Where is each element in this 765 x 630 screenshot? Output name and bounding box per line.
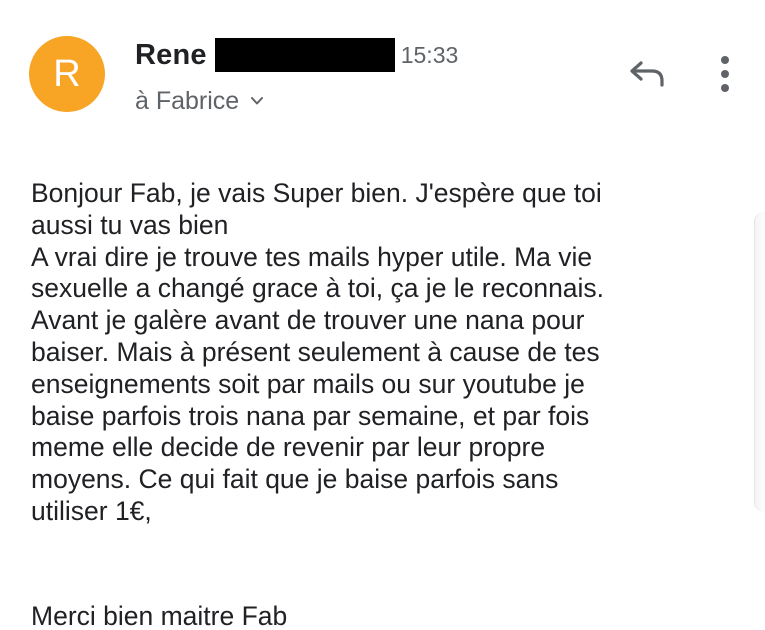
recipient-details-toggle[interactable]: à Fabrice [135,85,265,117]
reply-button[interactable] [626,58,668,92]
redacted-sender-surname [214,38,395,72]
email-view: R Rene 15:33 à Fabrice Bonjour Fab, je v… [0,0,765,630]
more-vertical-icon [720,54,730,99]
scrollbar-edge[interactable] [754,212,765,512]
message-time: 15:33 [400,41,459,68]
message-body: Bonjour Fab, je vais Super bien. J'espèr… [31,178,605,526]
avatar[interactable]: R [29,36,105,112]
sender-row: Rene 15:33 [135,36,458,74]
message-signoff: Merci bien maitre Fab [31,601,288,630]
reply-icon [628,58,666,93]
sender-name[interactable]: Rene [135,39,207,72]
chevron-down-icon[interactable] [249,93,265,109]
avatar-initial: R [53,53,81,95]
more-options-button[interactable] [710,54,740,98]
recipient-label: à Fabrice [135,86,240,115]
